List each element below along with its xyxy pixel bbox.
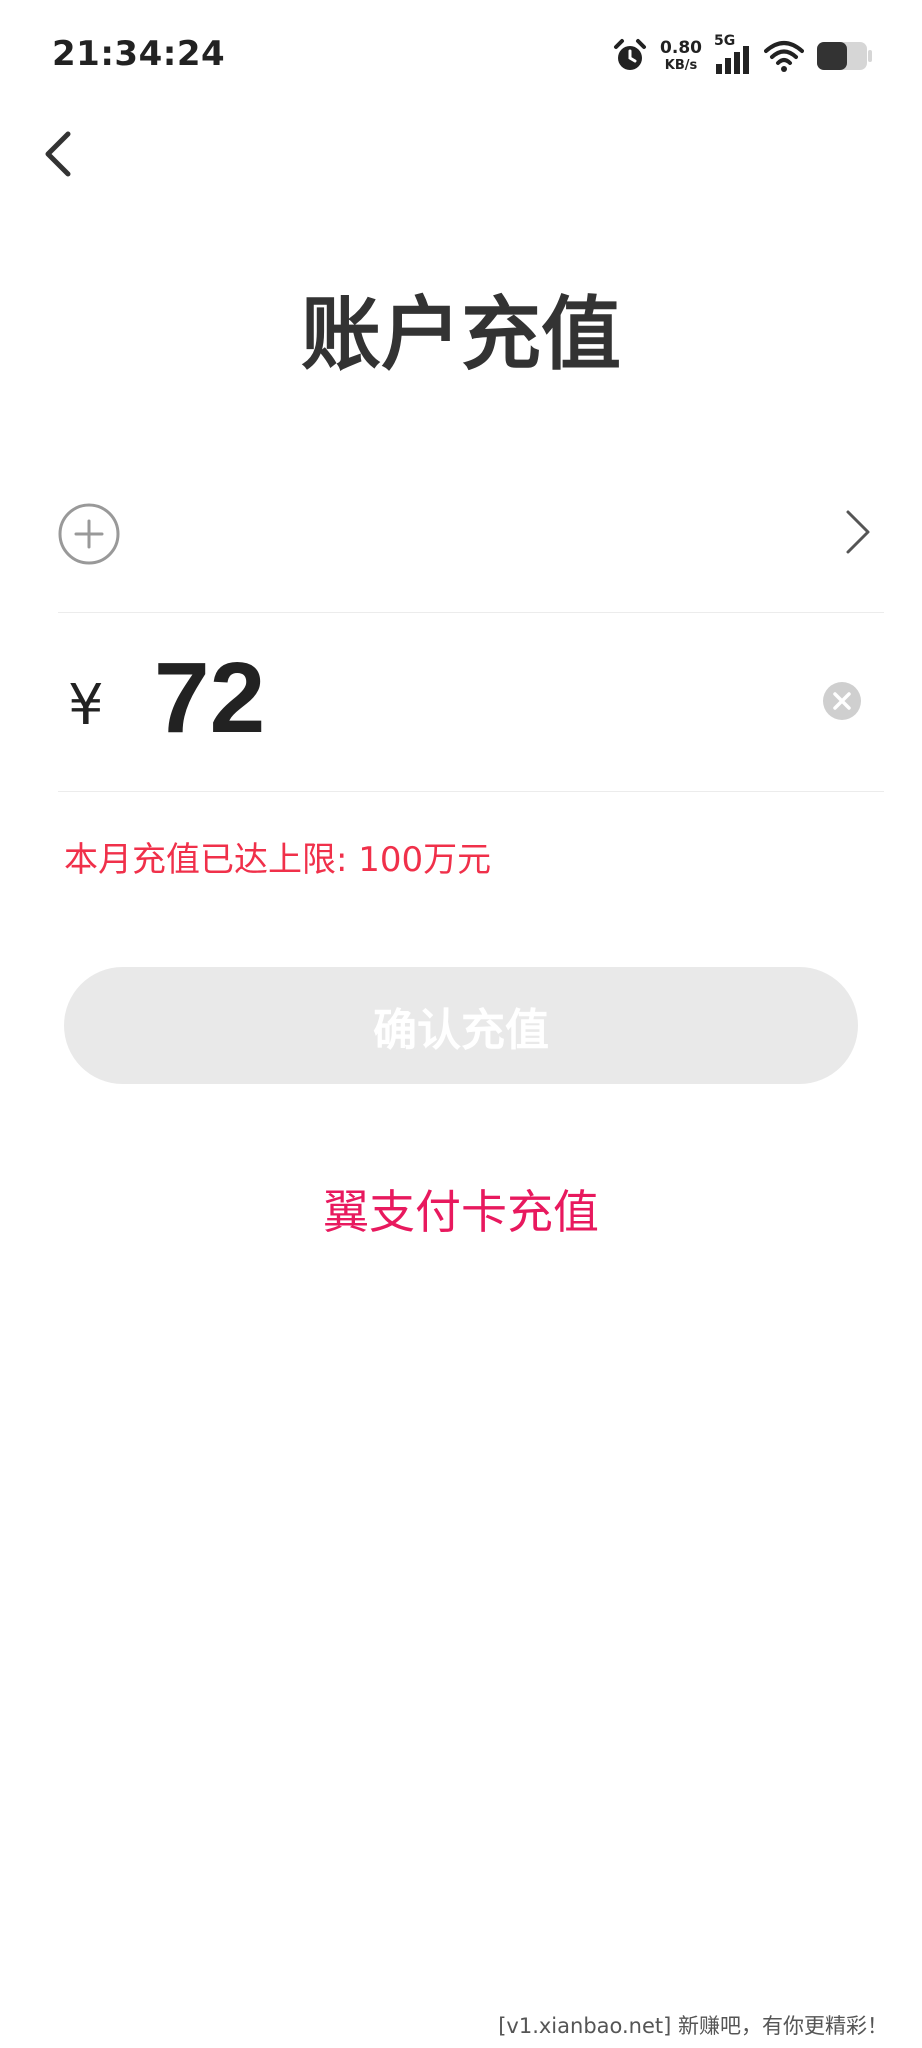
add-card-row[interactable]: [58, 490, 884, 613]
amount-input[interactable]: [154, 643, 754, 753]
back-button[interactable]: [36, 126, 84, 182]
limit-notice: 本月充值已达上限: 100万元: [64, 840, 492, 880]
watermark: [v1.xianbao.net] 新赚吧，有你更精彩！: [498, 2014, 888, 2038]
confirm-recharge-button[interactable]: 确认充值: [64, 967, 858, 1084]
alarm-icon: [612, 38, 648, 74]
chevron-right-icon[interactable]: [844, 508, 872, 556]
chevron-left-icon: [45, 131, 71, 177]
network-speed-value: 0.80: [660, 38, 702, 58]
currency-symbol: ¥: [68, 673, 104, 738]
network-speed-unit: KB/s: [664, 58, 698, 73]
signal-icon: 5G: [714, 34, 752, 76]
status-bar: 21:34:24 0.80 KB/s 5G: [0, 0, 922, 110]
battery-icon: [816, 40, 872, 72]
card-recharge-link[interactable]: 翼支付卡充值: [0, 1176, 922, 1242]
clear-circle-icon: [823, 682, 861, 720]
page-title: 账户充值: [301, 288, 621, 381]
network-speed: 0.80 KB/s: [660, 38, 702, 73]
wifi-icon: [764, 39, 804, 73]
amount-row: ¥: [58, 613, 884, 792]
status-icons: 0.80 KB/s 5G: [612, 34, 872, 78]
clear-amount-button[interactable]: [822, 681, 862, 721]
plus-circle-icon[interactable]: [58, 503, 120, 565]
status-time: 21:34:24: [52, 34, 226, 74]
